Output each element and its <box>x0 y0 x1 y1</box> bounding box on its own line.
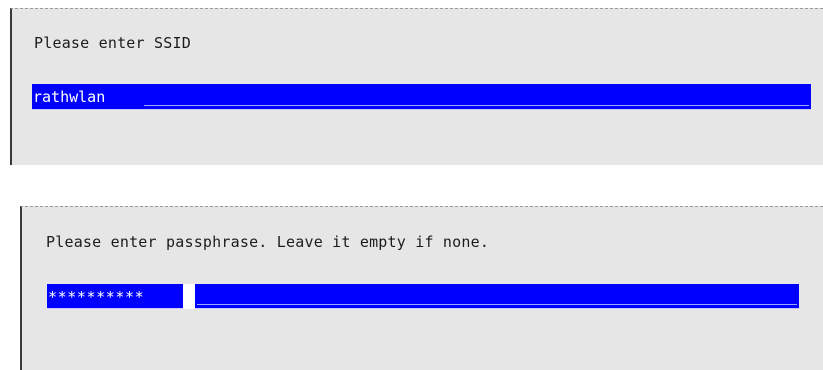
ssid-input[interactable]: rathwlan <box>32 84 811 110</box>
ssid-input-underline <box>144 105 809 106</box>
passphrase-prompt: Please enter passphrase. Leave it empty … <box>46 233 490 251</box>
passphrase-cursor-gap <box>183 284 195 309</box>
passphrase-dialog: Please enter passphrase. Leave it empty … <box>20 206 823 370</box>
ssid-prompt: Please enter SSID <box>34 34 191 52</box>
passphrase-input-underline <box>197 304 797 305</box>
ssid-dialog: Please enter SSID rathwlan <box>10 8 823 165</box>
ssid-input-value: rathwlan <box>33 88 106 106</box>
passphrase-input[interactable]: ********** <box>47 284 183 309</box>
passphrase-input-remaining[interactable] <box>195 284 799 309</box>
passphrase-input-value: ********** <box>48 288 145 306</box>
